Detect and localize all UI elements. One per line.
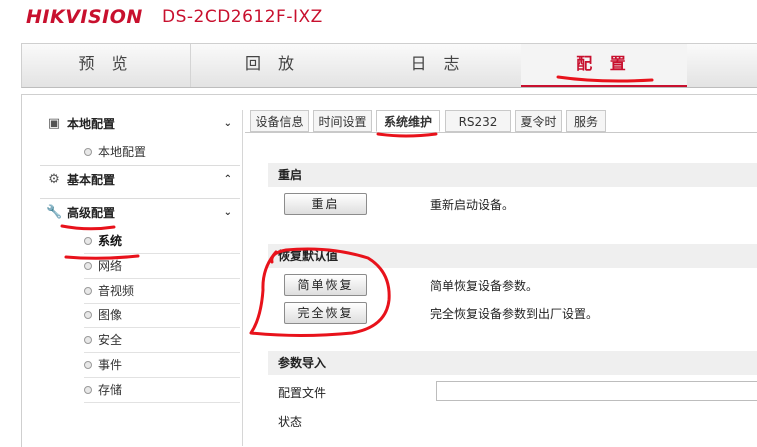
tab-time-settings[interactable]: 时间设置 [313,110,372,132]
divider [84,352,240,353]
sidebar-item-label: 系统 [98,234,123,248]
tab-system-maintenance[interactable]: 系统维护 [376,110,440,132]
tab-daylight-saving[interactable]: 夏令时 [515,110,562,132]
sidebar-item-label: 本地配置 [98,145,147,159]
divider [40,165,240,166]
divider [84,303,240,304]
hikvision-logo: HIKVISION [26,6,143,28]
divider [84,402,240,403]
top-nav: 预 览 回 放 日 志 配 置 [21,43,757,88]
bullet-icon [84,237,92,245]
monitor-icon: ▣ [47,116,61,131]
reboot-description: 重新启动设备。 [430,198,515,212]
device-model: DS-2CD2612F-IXZ [162,7,323,27]
sidebar-group-basic-config[interactable]: ⚙ 基本配置 ⌃ [40,169,240,191]
full-restore-description: 完全恢复设备参数到出厂设置。 [430,307,599,321]
status-label: 状态 [278,415,303,429]
nav-tab-preview[interactable]: 预 览 [22,44,191,87]
nav-tab-configuration[interactable]: 配 置 [521,44,687,87]
sidebar-group-advanced-config[interactable]: 🔧 高级配置 ⌄ [40,202,240,224]
gear-icon: ⚙ [48,172,60,187]
sidebar-item-label: 网络 [98,259,123,273]
sidebar-item-label: 音视频 [98,284,135,298]
bullet-icon [84,386,92,394]
sidebar-item-label: 存储 [98,383,123,397]
simple-restore-description: 简单恢复设备参数。 [430,279,539,293]
nav-tab-log[interactable]: 日 志 [355,44,521,87]
chevron-down-icon: ⌄ [223,118,232,129]
bullet-icon [84,262,92,270]
divider [84,253,240,254]
section-header-restore: 恢复默认值 [268,244,757,268]
panel-divider [242,110,243,446]
chevron-down-icon: ⌄ [223,207,232,218]
section-header-reboot: 重启 [268,163,757,187]
chevron-up-icon: ⌃ [223,174,232,185]
bullet-icon [84,311,92,319]
nav-tab-playback[interactable]: 回 放 [190,44,355,87]
full-restore-button[interactable]: 完全恢复 [284,302,367,324]
bullet-icon [84,148,92,156]
sidebar-group-label: 基本配置 [67,173,116,187]
sidebar-group-label: 本地配置 [67,117,116,131]
tab-underline [245,132,757,133]
sidebar-item-label: 图像 [98,308,123,322]
divider [84,377,240,378]
sidebar-item-label: 事件 [98,358,123,372]
bullet-icon [84,361,92,369]
bullet-icon [84,287,92,295]
simple-restore-button[interactable]: 简单恢复 [284,274,367,296]
config-file-label: 配置文件 [278,386,327,400]
sidebar-item-label: 安全 [98,333,123,347]
section-header-import: 参数导入 [268,351,757,375]
config-file-input[interactable] [436,381,757,401]
wrench-icon: 🔧 [46,205,63,220]
sidebar-group-local-config[interactable]: ▣ 本地配置 ⌄ [40,113,240,135]
divider [40,198,240,199]
tab-rs232[interactable]: RS232 [445,110,511,132]
divider [84,327,240,328]
reboot-button[interactable]: 重启 [284,193,367,215]
divider [84,278,240,279]
tab-device-info[interactable]: 设备信息 [250,110,309,132]
sidebar-group-label: 高级配置 [67,206,116,220]
bullet-icon [84,336,92,344]
tab-service[interactable]: 服务 [566,110,606,132]
